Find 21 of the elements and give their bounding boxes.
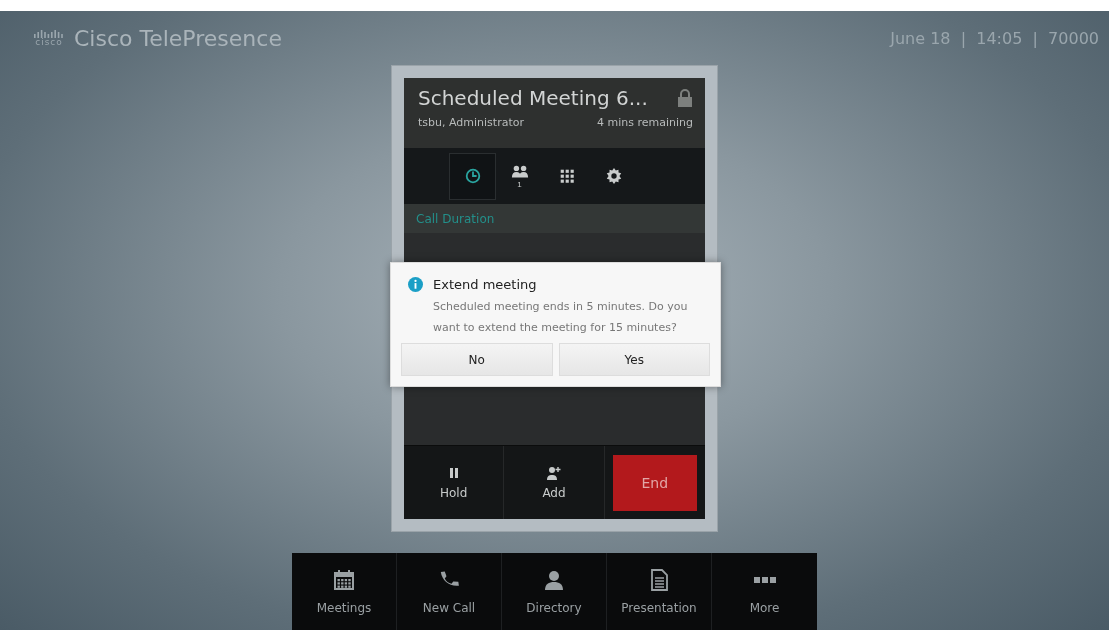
section-heading: Call Duration	[416, 211, 495, 226]
time-remaining: 4 mins remaining	[597, 116, 693, 129]
add-person-icon	[547, 465, 561, 480]
participant-count: 1	[517, 181, 522, 189]
dialog-title: Extend meeting	[433, 277, 537, 292]
participant-name: tsbu, Administrator	[418, 116, 524, 129]
more-icon	[753, 576, 776, 583]
document-icon	[648, 568, 670, 591]
calendar-icon	[333, 568, 355, 591]
dialog-message: Scheduled meeting ends in 5 minutes. Do you want to extend the meeting for 15 minutes?	[433, 299, 689, 336]
settings-icon	[604, 167, 623, 185]
person-icon	[543, 568, 565, 591]
meeting-title: Scheduled Meeting 6...	[418, 86, 648, 110]
cisco-logo: cisco	[34, 29, 64, 47]
app-title: Cisco TelePresence	[74, 25, 282, 51]
confirm-button[interactable]: Yes	[558, 343, 710, 376]
decline-button[interactable]: No	[401, 343, 553, 376]
info-icon	[408, 277, 423, 292]
clock-icon	[463, 167, 482, 185]
call-tab[interactable]: 1	[496, 152, 543, 200]
call-tab[interactable]	[449, 152, 496, 200]
